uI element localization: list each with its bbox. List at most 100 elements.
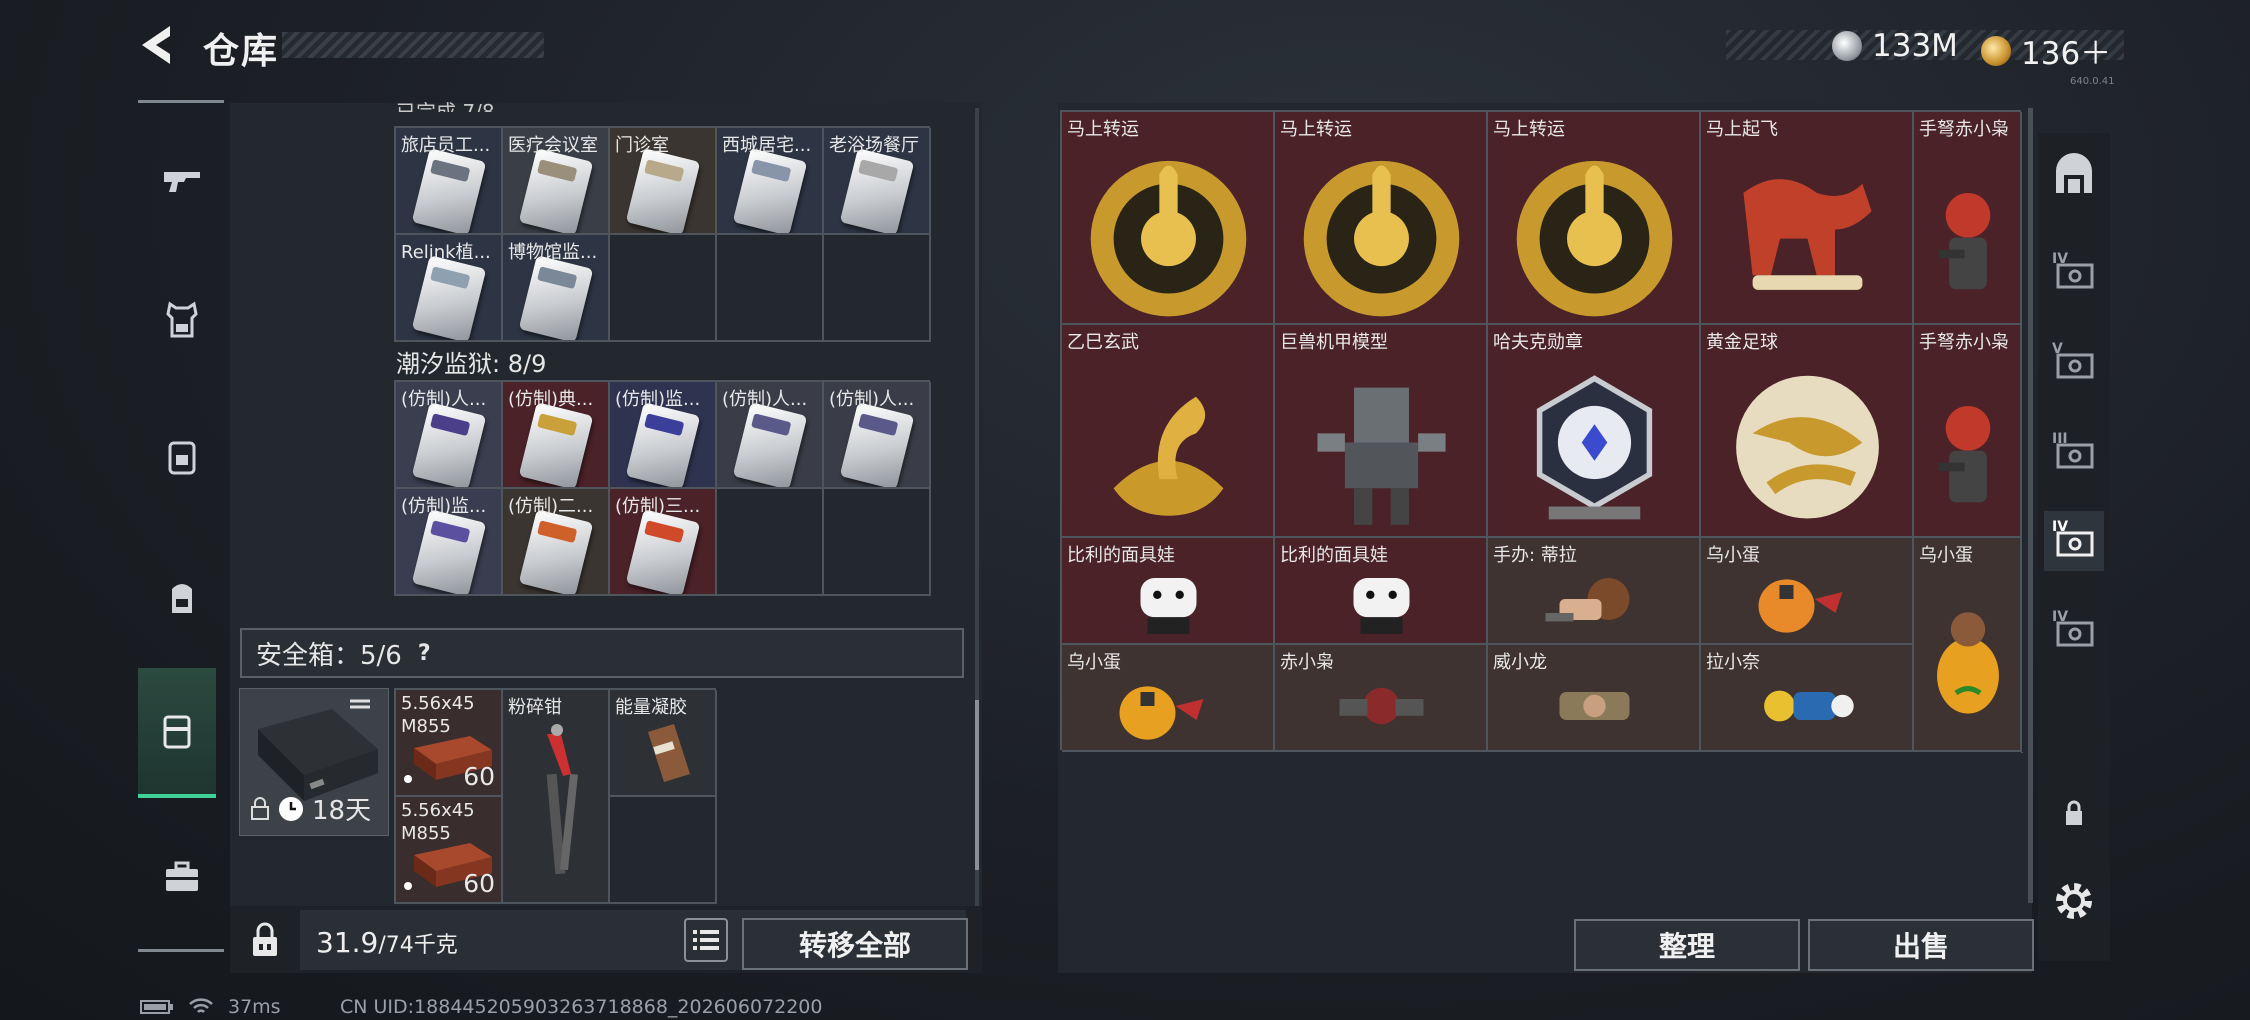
key-card-item[interactable]: (仿制)二... [503, 489, 610, 596]
lock-button[interactable] [240, 912, 290, 967]
item-label: Relink植... [401, 242, 491, 263]
title-decoration [282, 32, 544, 58]
collectible-icon [1140, 578, 1197, 634]
tier-tab[interactable]: III [2044, 423, 2104, 483]
left-scrollbar[interactable] [975, 108, 979, 908]
vault-item[interactable]: 比利的面具娃 [1275, 538, 1488, 645]
currency-silver[interactable]: 133M [1832, 28, 1958, 64]
key-card-item[interactable]: (仿制)三... [610, 489, 717, 596]
vault-item[interactable]: 威小龙 [1488, 645, 1701, 752]
vault-item[interactable]: 马上转运 [1488, 112, 1701, 325]
collectible-icon [1938, 192, 1991, 290]
gun-icon [164, 172, 200, 192]
key-card-item[interactable]: 旅店员工... [396, 128, 503, 235]
safe-box-item[interactable]: 5.56x45 M855 60 [396, 690, 503, 797]
vault-item[interactable]: 乌小蛋 [1062, 645, 1275, 752]
transfer-all-button[interactable]: 转移全部 [742, 918, 968, 970]
key-card-item[interactable]: 医疗会议室 [503, 128, 610, 235]
nav-toolbox[interactable] [148, 843, 216, 911]
key-card-item[interactable]: 博物馆监... [503, 235, 610, 342]
vault-item[interactable]: 黄金足球 [1701, 325, 1914, 538]
key-card-item[interactable]: (仿制)典... [503, 382, 610, 489]
key-card-stripe [537, 266, 578, 290]
nav-weapon[interactable] [148, 146, 216, 214]
tier-tab[interactable]: IV [2044, 243, 2104, 303]
collectible-icon [1516, 160, 1673, 317]
key-card-stripe [537, 520, 578, 544]
item-label: 巨兽机甲模型 [1280, 332, 1388, 353]
key-card-icon [518, 402, 594, 487]
item-label: (仿制)典... [508, 389, 594, 410]
vault-item[interactable]: 乙巳玄武 [1062, 325, 1275, 538]
group-title-tidal-prison: 潮汐监狱: 8/9 [396, 350, 547, 378]
key-card-item[interactable]: (仿制)人... [824, 382, 931, 489]
item-label: 比利的面具娃 [1067, 545, 1175, 566]
vault-item[interactable]: 哈夫克勋章 [1488, 325, 1701, 538]
stack-count: 60 [463, 762, 495, 791]
safe-box-grid: 5.56x45 M855 60 粉碎钳 能量凝胶 5.56x45 M855 60 [394, 688, 717, 904]
key-card-icon [518, 509, 594, 594]
vault-item[interactable]: 比利的面具娃 [1062, 538, 1275, 645]
vault-item[interactable]: 马上转运 [1275, 112, 1488, 325]
safe-box-item[interactable]: 5.56x45 M855 60 [396, 797, 503, 904]
left-scroll-thumb[interactable] [975, 700, 979, 870]
key-card-item[interactable]: 西城居宅... [717, 128, 824, 235]
right-scrollbar[interactable] [2028, 108, 2033, 903]
nav-chest-rig[interactable] [148, 423, 216, 491]
vault-icon [2056, 153, 2092, 193]
key-card-item[interactable]: Relink植... [396, 235, 503, 342]
sort-button[interactable]: 整理 [1574, 919, 1800, 971]
empty-slot [824, 235, 931, 342]
back-button[interactable] [136, 22, 180, 68]
nav-backpack[interactable] [148, 563, 216, 631]
vault-item[interactable]: 拉小奈 [1701, 645, 1914, 752]
vault-item[interactable]: 马上起飞 [1701, 112, 1914, 325]
item-label: 手办: 蒂拉 [1493, 545, 1577, 566]
empty-slot [610, 797, 717, 904]
tier-tab[interactable]: IV [2044, 511, 2104, 571]
vault-item[interactable]: 手办: 蒂拉 [1488, 538, 1701, 645]
vault-item[interactable]: 巨兽机甲模型 [1275, 325, 1488, 538]
key-card-icon [518, 255, 594, 340]
safe-box-item[interactable]: 粉碎钳 [503, 690, 610, 904]
vault-item[interactable]: 乌小蛋 [1701, 538, 1914, 645]
clock-icon [279, 796, 303, 821]
key-card-item[interactable]: 老浴场餐厅 [824, 128, 931, 235]
vault-item[interactable]: 马上转运 [1062, 112, 1275, 325]
item-label: 乌小蛋 [1919, 545, 1973, 566]
settings-button[interactable] [2044, 871, 2104, 931]
timer: 18天 [250, 790, 371, 827]
nav-safe-box[interactable] [138, 668, 216, 798]
safe-box-item[interactable]: 能量凝胶 [610, 690, 717, 797]
vault-item[interactable]: 手弩赤小枭 [1914, 325, 2022, 538]
vault-item[interactable]: 手弩赤小枭 [1914, 112, 2022, 325]
collectible-icon [1536, 375, 1653, 520]
indicator-dot [404, 882, 412, 890]
item-label: 马上转运 [1280, 119, 1352, 140]
key-card-item[interactable]: 门诊室 [610, 128, 717, 235]
vault-lock-button[interactable] [2044, 783, 2104, 843]
collectible-icon [1353, 578, 1410, 634]
nav-armor[interactable] [148, 286, 216, 354]
key-card-stripe [430, 159, 471, 183]
safe-box-container[interactable]: 18天 [239, 688, 389, 836]
lock-icon [251, 796, 269, 820]
sell-button[interactable]: 出售 [1808, 919, 2034, 971]
vault-item[interactable]: 乌小蛋 [1914, 538, 2022, 752]
empty-vault-area [1062, 752, 2023, 753]
vault-item[interactable]: 赤小枭 [1275, 645, 1488, 752]
key-card-item[interactable]: (仿制)监... [396, 489, 503, 596]
key-card-grid-2: (仿制)人... (仿制)典... (仿制)监... (仿制)人... (仿制)人...… [394, 380, 931, 596]
empty-slot [717, 489, 824, 596]
vault-home-button[interactable] [2044, 147, 2104, 207]
list-view-button[interactable] [684, 918, 728, 962]
tier-tab[interactable]: V [2044, 333, 2104, 393]
item-label: 马上转运 [1493, 119, 1565, 140]
currency-gold[interactable]: 136＋ [1981, 28, 2111, 73]
key-card-item[interactable]: (仿制)人... [717, 382, 824, 489]
item-label: (仿制)人... [401, 389, 487, 410]
help-icon[interactable]: ? [418, 641, 431, 666]
key-card-item[interactable]: (仿制)监... [610, 382, 717, 489]
tier-tab[interactable]: IV [2044, 601, 2104, 661]
key-card-item[interactable]: (仿制)人... [396, 382, 503, 489]
